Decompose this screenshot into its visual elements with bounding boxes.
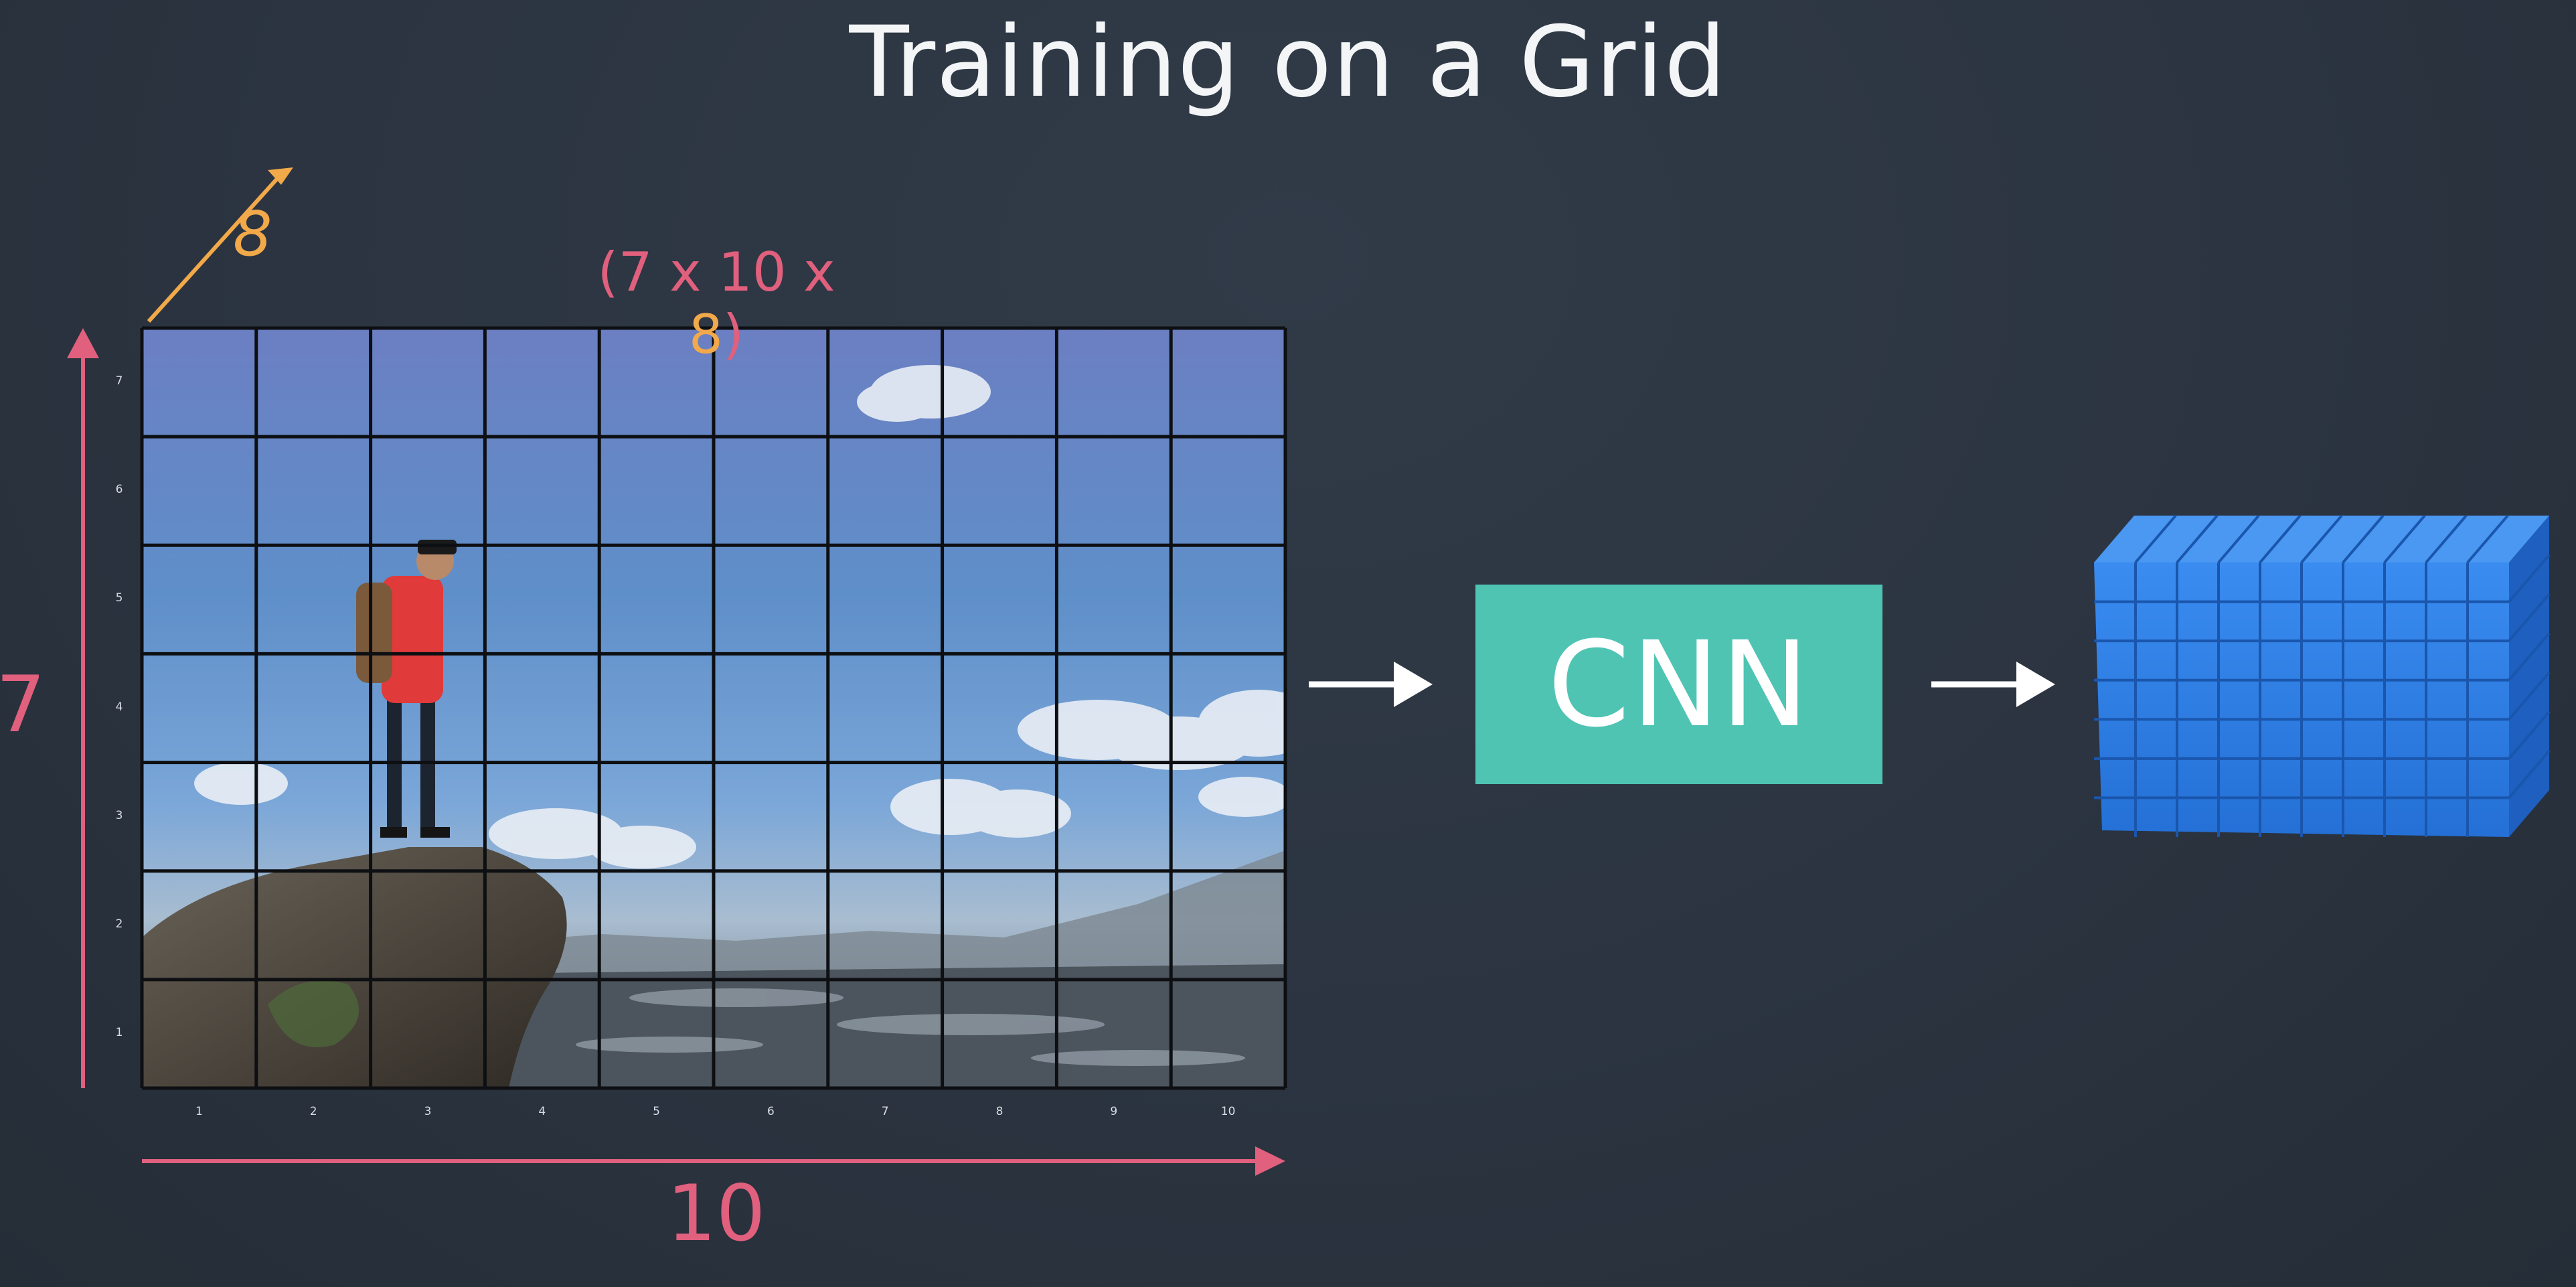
column-tick-label: 3 [424,1105,432,1118]
column-tick-label: 2 [309,1105,317,1118]
column-tick-label: 4 [538,1105,546,1118]
up-arrow-icon [67,328,99,358]
landscape-photo [142,328,1285,1088]
row-tick-label: 4 [115,700,123,714]
height-axis-arrow [67,328,99,1088]
column-tick-label: 6 [767,1105,775,1118]
cnn-to-output-arrow [1931,662,2055,707]
input-to-cnn-arrow [1309,662,1433,707]
row-tick-label: 7 [115,374,123,388]
row-tick-label: 3 [115,808,123,822]
cnn-label: CNN [1547,615,1811,753]
right-arrow-icon [2016,662,2055,707]
row-tick-label: 5 [115,591,123,605]
right-arrow-icon [1255,1146,1285,1176]
row-tick-label: 2 [115,917,123,931]
column-tick-label: 7 [881,1105,889,1118]
column-tick-label: 1 [195,1105,203,1118]
output-volume [2094,514,2551,837]
column-tick-label: 5 [653,1105,660,1118]
diagram-canvas [67,167,2551,1176]
right-arrow-icon [1394,662,1433,707]
column-tick-label: 10 [1220,1105,1236,1118]
height-axis-label: 7 [0,660,46,750]
depth-axis-label: 8 [233,198,272,270]
row-tick-label: 6 [115,483,123,497]
tensor-dimensions-label: (7 x 10 x 8) [597,241,835,366]
cnn-block: CNN [1475,585,1882,784]
row-tick-label: 1 [115,1025,123,1039]
width-axis-label: 10 [667,1168,766,1259]
column-tick-label: 9 [1110,1105,1118,1118]
column-tick-label: 8 [995,1105,1003,1118]
